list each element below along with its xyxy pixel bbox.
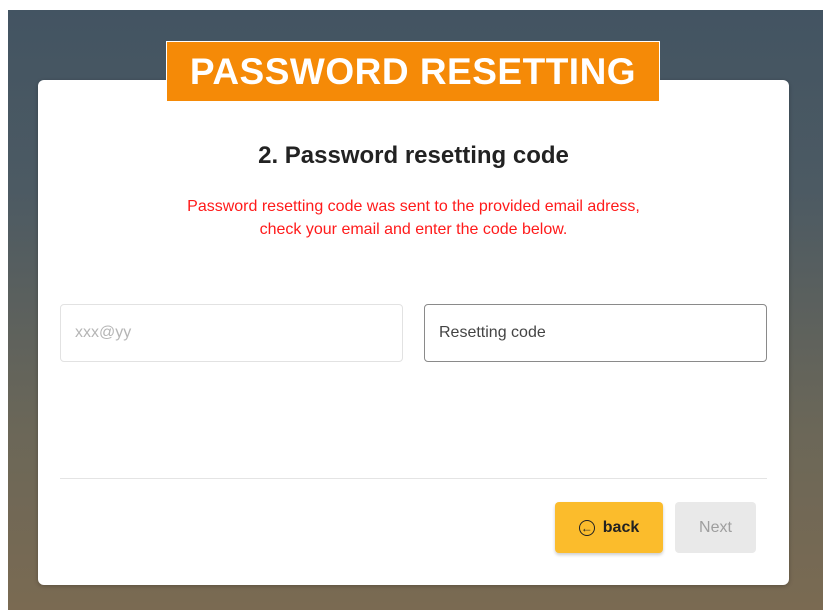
banner-title: PASSWORD RESETTING (189, 50, 637, 92)
arrow-left-circle-icon: ← (578, 519, 595, 536)
next-button[interactable]: Next (675, 502, 756, 553)
back-button[interactable]: ← back (555, 502, 663, 553)
reset-card: 2. Password resetting code Password rese… (38, 80, 789, 585)
step-title: 2. Password resetting code (258, 142, 569, 169)
notice-line-1: Password resetting code was sent to the … (187, 198, 640, 215)
resetting-code-placeholder: Resetting code (439, 324, 546, 341)
divider (60, 478, 767, 479)
next-button-label: Next (699, 518, 732, 536)
email-field[interactable]: xxx@yy (60, 304, 403, 362)
resetting-code-input[interactable]: Resetting code (424, 304, 767, 362)
notice-line-2: check your email and enter the code belo… (259, 221, 568, 238)
back-button-label: back (602, 518, 640, 536)
notice-message: Password resetting code was sent to the … (98, 195, 729, 241)
page-banner: PASSWORD RESETTING (166, 41, 660, 102)
email-placeholder: xxx@yy (75, 324, 132, 341)
